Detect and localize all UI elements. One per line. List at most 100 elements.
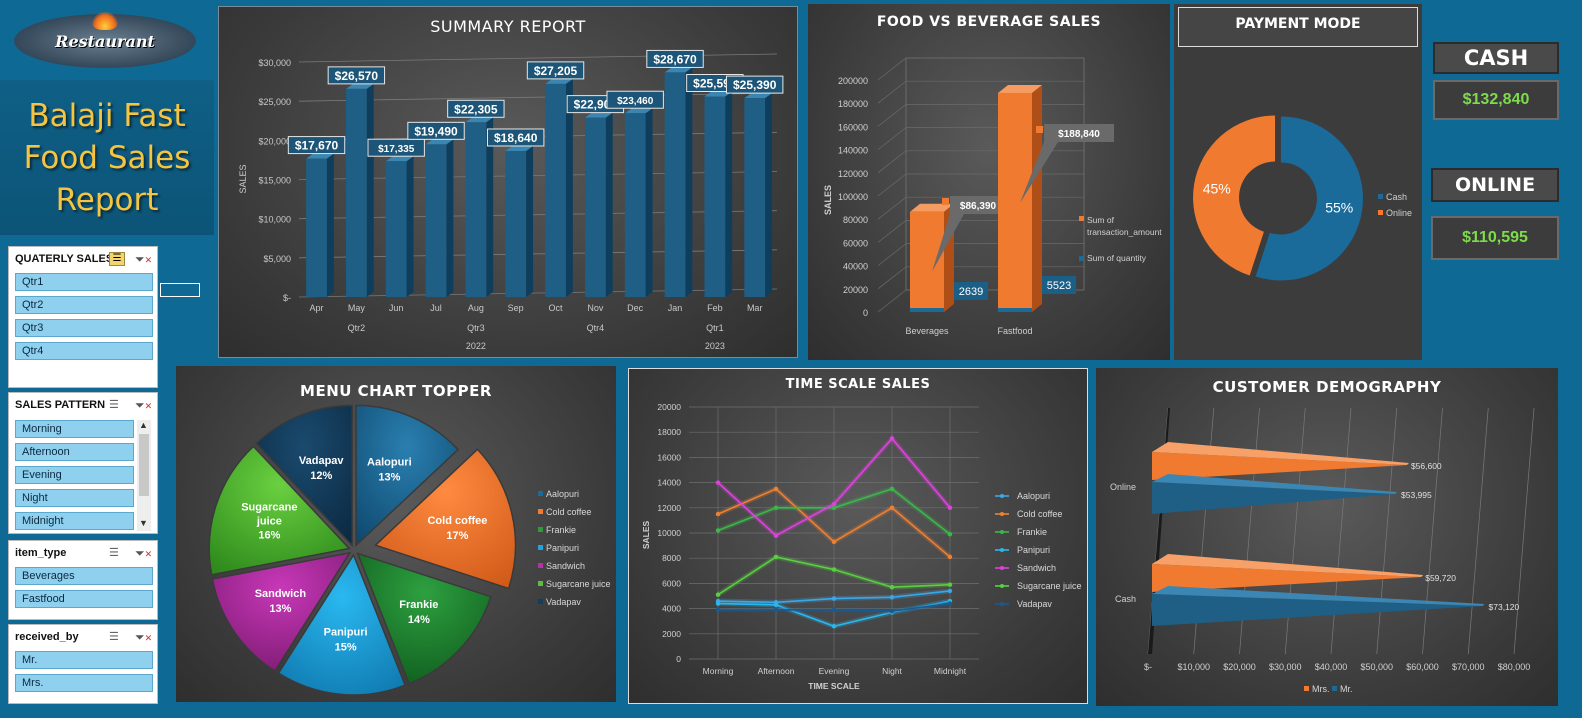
data-point	[773, 533, 779, 538]
data-point	[773, 554, 779, 560]
y-tick-label: Online	[1110, 482, 1136, 492]
slicer-item-qtr3[interactable]: Qtr3	[15, 319, 153, 337]
payment-title-box: PAYMENT MODE	[1178, 7, 1418, 47]
multi-select-icon[interactable]: ☰	[109, 398, 125, 412]
data-label: $19,490	[414, 124, 458, 138]
data-label: $73,120	[1489, 602, 1520, 612]
quarterly-sales-slicer[interactable]: QUATERLY SALES ☰ ⏷✕ Qtr1 Qtr2 Qtr3 Qtr4	[8, 246, 158, 388]
x-tick-label: $50,000	[1360, 662, 1393, 672]
scroll-up-icon[interactable]: ▲	[139, 420, 148, 430]
received-by-slicer[interactable]: received_by ☰ ⏷✕ Mr. Mrs.	[8, 624, 158, 704]
slicer-item-qtr1[interactable]: Qtr1	[15, 273, 153, 291]
slicer-item-morning[interactable]: Morning	[15, 420, 134, 438]
scroll-down-icon[interactable]: ▼	[139, 518, 148, 528]
multi-select-icon[interactable]: ☰	[109, 546, 125, 560]
slicer-item-night[interactable]: Night	[15, 489, 134, 507]
y-tick-label: 12000	[657, 503, 681, 513]
x-tick-label: $80,000	[1498, 662, 1531, 672]
slicer-title: QUATERLY SALES	[15, 253, 114, 265]
legend-label: Sandwich	[1017, 563, 1056, 573]
quarter-label: Qtr4	[587, 323, 605, 333]
time-scale-sales-chart[interactable]: TIME SCALE SALES 0 2000 4000 6000 8000 10000 1…	[628, 368, 1088, 704]
data-label: 13%	[378, 471, 400, 483]
legend-marker	[1000, 566, 1004, 570]
customer-demography-chart[interactable]: CUSTOMER DEMOGRAPHY $- $10,000 $20,000 $30,…	[1096, 368, 1558, 706]
bar	[998, 92, 1032, 312]
data-label: $22,305	[454, 102, 498, 116]
gridline	[1422, 407, 1443, 655]
slicer-item-beverages[interactable]: Beverages	[15, 567, 153, 585]
y-axis-label: SALES	[238, 164, 248, 193]
payment-mode-chart[interactable]: PAYMENT MODE 55% 45% Cash Online	[1174, 4, 1422, 360]
data-label: 17%	[446, 530, 468, 542]
clear-filter-icon[interactable]: ⏷✕	[135, 630, 152, 644]
multi-select-icon[interactable]: ☰	[109, 630, 125, 644]
cash-kpi-value: $132,840	[1433, 80, 1559, 120]
legend-swatch	[538, 545, 543, 550]
bar-side	[765, 93, 773, 297]
legend-label: transaction_amount	[1087, 227, 1162, 237]
data-point	[889, 436, 895, 441]
legend-label: Aalopuri	[546, 489, 579, 499]
x-tick-label: $40,000	[1315, 662, 1348, 672]
slicer-item-evening[interactable]: Evening	[15, 466, 134, 484]
year-label: 2022	[466, 341, 486, 351]
food-vs-beverage-chart[interactable]: FOOD VS BEVERAGE SALES 0 20000 40000 60000 8…	[808, 4, 1170, 360]
multi-select-icon[interactable]: ☰	[109, 252, 125, 266]
y-tick-label: 14000	[657, 478, 681, 488]
clear-filter-icon[interactable]: ⏷✕	[135, 252, 152, 266]
x-tick-label: Apr	[310, 303, 324, 313]
data-point	[889, 486, 895, 492]
data-point	[715, 601, 721, 606]
slicer-item-afternoon[interactable]: Afternoon	[15, 443, 134, 461]
y-axis-label: SALES	[641, 521, 651, 550]
legend-label: Cold coffee	[546, 507, 591, 517]
legend-label: Online	[1386, 208, 1412, 218]
legend-label: Sugarcane juice	[1017, 581, 1082, 591]
slicer-item-qtr4[interactable]: Qtr4	[15, 342, 153, 360]
gridline	[1467, 407, 1489, 655]
item-type-slicer[interactable]: item_type ☰ ⏷✕ Beverages Fastfood	[8, 540, 158, 620]
bar	[346, 88, 367, 297]
clear-filter-icon[interactable]: ⏷✕	[135, 546, 152, 560]
flame-icon	[92, 12, 118, 30]
summary-report-chart[interactable]: SUMMARY REPORT $- $5,000 $10,000 $15,000 $20…	[218, 6, 798, 358]
payment-donut-chart: 55% 45% Cash Online	[1193, 115, 1412, 281]
data-label: $27,205	[534, 64, 578, 78]
menu-chart-topper[interactable]: MENU CHART TOPPER Aalopuri 13% Cold coffee…	[176, 366, 616, 702]
legend-swatch	[1079, 256, 1084, 261]
sales-pattern-slicer[interactable]: SALES PATTERN ☰ ⏷✕ Morning Afternoon Eve…	[8, 392, 158, 534]
slicer-item-mrs[interactable]: Mrs.	[15, 674, 153, 692]
bar-side	[446, 139, 454, 297]
legend-marker	[1000, 512, 1004, 516]
gridline	[298, 53, 778, 63]
x-tick-label: $10,000	[1177, 662, 1210, 672]
x-tick-label: $-	[1144, 662, 1152, 672]
y-tick-label: 80000	[843, 215, 868, 225]
legend-swatch	[1378, 210, 1383, 215]
scroll-thumb[interactable]	[139, 434, 149, 496]
x-tick-label: Dec	[627, 303, 644, 313]
gridline	[877, 173, 1084, 197]
slicer-item-midnight[interactable]: Midnight	[15, 512, 134, 530]
data-point	[831, 501, 837, 507]
data-label: 13%	[269, 603, 291, 615]
x-tick-label: Oct	[549, 303, 564, 313]
y-tick-label: 100000	[838, 192, 868, 202]
slicer-item-mr[interactable]: Mr.	[15, 651, 153, 669]
slicer-scrollbar[interactable]: ▲ ▼	[137, 420, 151, 531]
bar-side	[326, 153, 334, 297]
y-axis-label: SALES	[823, 185, 833, 215]
x-tick-label: Fastfood	[997, 326, 1032, 336]
data-point	[947, 532, 953, 537]
slicer-item-fastfood[interactable]: Fastfood	[15, 590, 153, 608]
slicer-title: item_type	[15, 547, 67, 559]
legend-swatch	[538, 527, 543, 532]
slice-name-label: Frankie	[399, 599, 438, 611]
legend-label: Mr.	[1340, 684, 1353, 694]
data-label: $17,335	[378, 144, 415, 155]
clear-filter-icon[interactable]: ⏷✕	[135, 398, 152, 412]
gridline	[1330, 407, 1352, 655]
data-label: $23,460	[617, 96, 654, 107]
slicer-item-qtr2[interactable]: Qtr2	[15, 296, 153, 314]
